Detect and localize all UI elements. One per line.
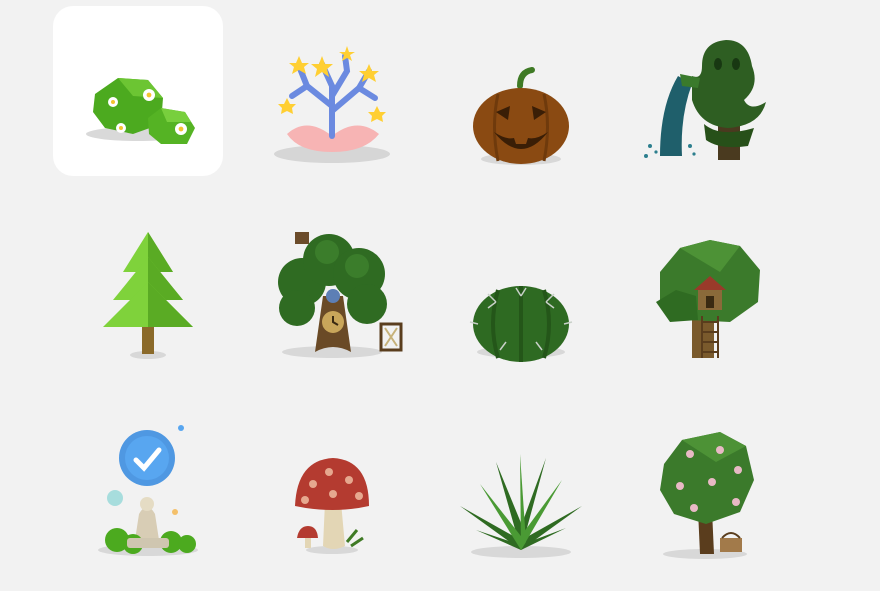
plant-tile-flowering-bush[interactable] [53, 6, 223, 176]
agave-plant-icon [460, 454, 582, 558]
plant-tile-achievement-statue[interactable] [53, 400, 223, 570]
barrel-cactus-icon [469, 286, 573, 362]
plant-tile-mushroom[interactable] [237, 400, 407, 570]
jack-o-lantern-icon [473, 67, 569, 165]
plant-tile-blossom-tree-picnic[interactable] [610, 400, 780, 570]
plant-tile-treehouse-tree[interactable] [610, 202, 780, 372]
ghost-tree-icon [644, 40, 766, 160]
plant-tile-agave-plant[interactable] [426, 400, 596, 570]
plant-tile-coral-flower[interactable] [237, 6, 407, 176]
plant-tile-barrel-cactus[interactable] [426, 202, 596, 372]
plant-tile-clock-tree[interactable] [237, 202, 407, 372]
pine-tree-icon [103, 232, 193, 359]
plant-tile-jack-o-lantern[interactable] [426, 6, 596, 176]
blossom-tree-picnic-icon [660, 432, 754, 559]
flowering-bush-icon [86, 78, 195, 144]
plant-tile-pine-tree[interactable] [53, 202, 223, 372]
coral-flower-icon [274, 46, 390, 163]
clock-tree-icon [278, 232, 403, 358]
plant-tile-ghost-tree[interactable] [610, 6, 780, 176]
plant-grid [0, 0, 880, 591]
achievement-statue-icon [98, 425, 198, 556]
mushroom-icon [295, 458, 369, 554]
treehouse-tree-icon [656, 240, 760, 358]
